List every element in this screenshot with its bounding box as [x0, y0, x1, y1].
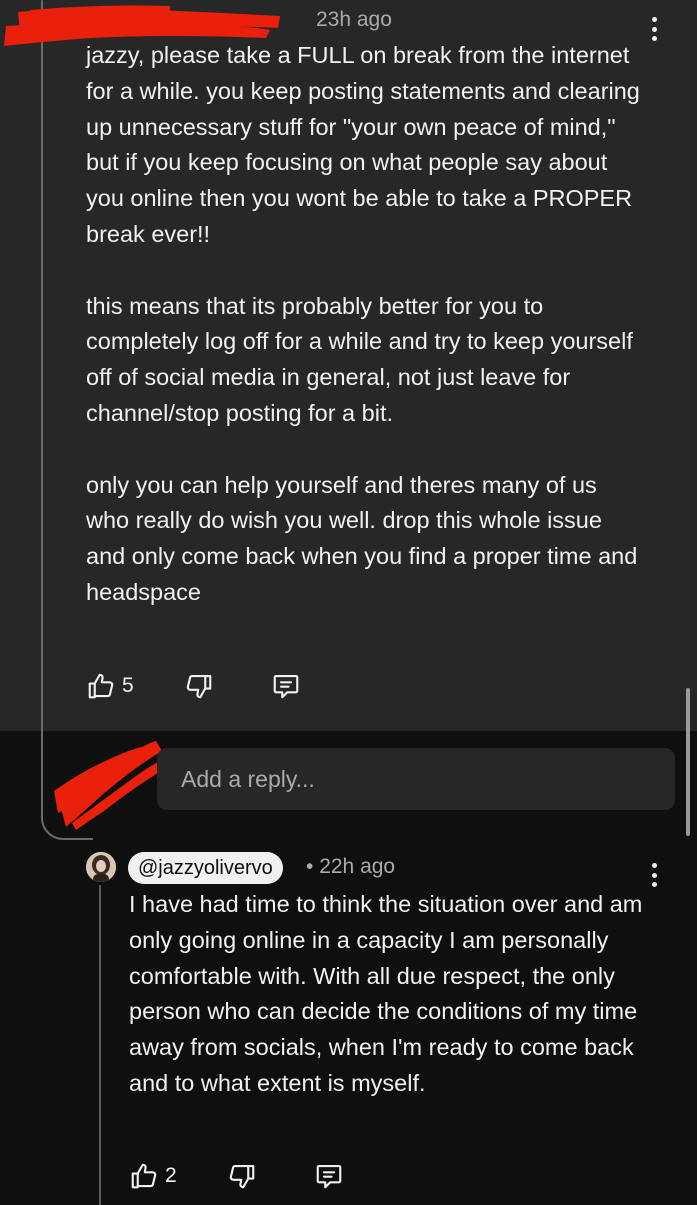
- scrollbar[interactable]: [686, 688, 690, 836]
- comment-icon: [316, 1164, 341, 1189]
- reply-thread-line: [99, 885, 101, 1205]
- avatar-image: [86, 852, 116, 882]
- dislike-button[interactable]: [184, 671, 214, 701]
- thumbs-down-icon: [229, 1164, 254, 1189]
- separator-dot: •: [306, 855, 314, 878]
- dislike-button[interactable]: [227, 1161, 257, 1191]
- comment-paragraph: jazzy, please take a FULL on break from …: [86, 42, 640, 247]
- like-count: 5: [122, 674, 134, 697]
- author-handle: @jazzyolivervo: [138, 856, 273, 879]
- reply-timestamp: 22h ago: [319, 855, 396, 878]
- reply-input[interactable]: [179, 764, 675, 794]
- reply-actions: 2: [129, 1161, 345, 1191]
- reply-text: I have had time to think the situation o…: [129, 891, 643, 1096]
- comment-actions: 5: [86, 671, 302, 701]
- comment-text: jazzy, please take a FULL on break from …: [86, 38, 646, 611]
- redaction-scribble: [54, 741, 162, 830]
- comment-icon: [273, 674, 298, 699]
- thread-line: [41, 0, 43, 800]
- like-button[interactable]: 2: [129, 1161, 177, 1191]
- thumbs-down-icon: [186, 674, 211, 699]
- comment-paragraph: this means that its probably better for …: [86, 292, 633, 426]
- add-reply-field[interactable]: [157, 748, 675, 810]
- reply-button[interactable]: [313, 1161, 345, 1191]
- thumbs-up-icon: [131, 1163, 157, 1189]
- comment-timestamp: 23h ago: [316, 8, 392, 31]
- comment-paragraph: only you can help yourself and theres ma…: [86, 471, 638, 605]
- more-vert-icon[interactable]: [642, 860, 666, 890]
- like-count: 2: [165, 1164, 177, 1187]
- like-button[interactable]: 5: [86, 671, 134, 701]
- reply-meta: • 22h ago: [306, 855, 395, 879]
- author-handle-badge[interactable]: @jazzyolivervo: [128, 852, 283, 884]
- reply-button[interactable]: [270, 671, 302, 701]
- thumbs-up-icon: [88, 673, 114, 699]
- avatar[interactable]: [86, 852, 116, 882]
